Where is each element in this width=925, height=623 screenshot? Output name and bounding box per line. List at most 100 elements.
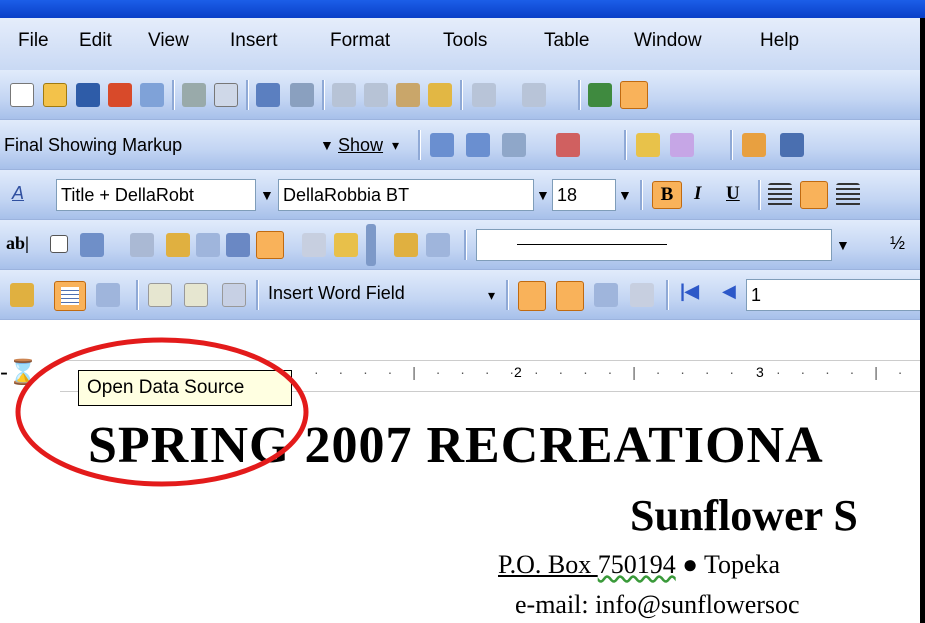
separator — [246, 80, 249, 110]
menu-insert[interactable]: Insert — [230, 30, 278, 52]
print-icon[interactable] — [182, 83, 206, 107]
reviewing-pane-icon[interactable] — [780, 133, 804, 157]
main-document-setup-icon[interactable] — [10, 283, 34, 307]
previous-change-icon[interactable] — [430, 133, 454, 157]
separator — [730, 130, 733, 160]
line-style-select[interactable] — [476, 229, 832, 261]
track-changes-icon[interactable] — [742, 133, 766, 157]
properties-icon[interactable] — [426, 233, 450, 257]
previous-record-icon[interactable]: ◀ — [722, 281, 736, 302]
separator — [464, 230, 467, 260]
open-folder-icon[interactable] — [43, 83, 67, 107]
research-icon[interactable] — [290, 83, 314, 107]
open-data-source-button[interactable] — [54, 281, 86, 311]
chevron-down-icon[interactable]: ▼ — [320, 137, 334, 153]
document-subtitle: Sunflower S — [630, 491, 858, 540]
view-merged-data-icon[interactable] — [518, 281, 546, 311]
align-center-icon[interactable] — [800, 181, 828, 209]
save-icon[interactable] — [76, 83, 100, 107]
menu-tools[interactable]: Tools — [443, 30, 487, 52]
menu-file[interactable]: File — [18, 30, 49, 52]
draw-table-icon[interactable] — [166, 233, 190, 257]
insert-merge-fields-icon[interactable] — [222, 283, 246, 307]
protect-form-icon[interactable] — [334, 233, 358, 257]
highlight-merge-fields-icon[interactable] — [556, 281, 584, 311]
separator — [506, 280, 509, 310]
chevron-down-icon[interactable]: ▼ — [536, 187, 550, 203]
window-title-bar — [0, 0, 925, 18]
menu-edit[interactable]: Edit — [79, 30, 112, 52]
styles-formatting-icon[interactable]: A — [12, 183, 24, 204]
align-left-icon[interactable] — [768, 183, 792, 207]
line-weight-value[interactable]: ½ — [890, 233, 905, 254]
menu-help[interactable]: Help — [760, 30, 799, 52]
toolbar-handle[interactable] — [366, 224, 376, 266]
window-right-edge — [920, 18, 925, 623]
cut-icon[interactable] — [332, 83, 356, 107]
next-change-icon[interactable] — [466, 133, 490, 157]
document-email: e-mail: info@sunflowersoc — [515, 590, 800, 619]
form-field-shading-icon[interactable] — [256, 231, 284, 259]
menu-window[interactable]: Window — [634, 30, 702, 52]
match-fields-icon[interactable] — [594, 283, 618, 307]
insert-word-field-button[interactable]: Insert Word Field — [268, 283, 405, 304]
formatting-toolbar: A Title + DellaRobt ▼ DellaRobbia BT ▼ 1… — [0, 170, 925, 220]
menu-view[interactable]: View — [148, 30, 189, 52]
chevron-down-icon[interactable]: ▾ — [488, 287, 495, 304]
chevron-down-icon[interactable]: ▼ — [618, 187, 632, 203]
reject-change-icon[interactable] — [556, 133, 580, 157]
new-comment-icon[interactable] — [636, 133, 660, 157]
highlight-icon[interactable] — [670, 133, 694, 157]
display-for-review-select[interactable]: Final Showing Markup — [0, 130, 290, 162]
chevron-down-icon[interactable]: ▼ — [260, 187, 274, 203]
copy-icon[interactable] — [364, 83, 388, 107]
go-to-record-field[interactable]: 1 — [746, 279, 920, 311]
italic-button[interactable]: I — [694, 183, 701, 205]
paste-icon[interactable] — [396, 83, 420, 107]
insert-frame-icon[interactable] — [226, 233, 250, 257]
form-field-options-icon[interactable] — [130, 233, 154, 257]
underline-button[interactable]: U — [726, 183, 740, 205]
reset-form-fields-icon[interactable] — [302, 233, 326, 257]
separator — [256, 280, 259, 310]
email-icon[interactable] — [140, 83, 164, 107]
bold-button[interactable]: B — [652, 181, 682, 209]
mail-merge-toolbar: Insert Word Field ▾ |◀ ◀ 1 — [0, 270, 925, 320]
menu-table[interactable]: Table — [544, 30, 589, 52]
style-select[interactable]: Title + DellaRobt — [56, 179, 256, 211]
new-document-icon[interactable] — [10, 83, 34, 107]
checkbox-form-field-icon[interactable] — [50, 235, 68, 253]
grid-icon — [61, 287, 79, 305]
insert-address-block-icon[interactable] — [148, 283, 172, 307]
print-preview-icon[interactable] — [214, 83, 238, 107]
chevron-down-icon[interactable]: ▼ — [836, 237, 850, 253]
accept-change-icon[interactable] — [502, 133, 526, 157]
ruler-mark-3: 3 — [756, 364, 764, 380]
format-painter-icon[interactable] — [428, 83, 452, 107]
menu-format[interactable]: Format — [330, 30, 390, 52]
document-address: P.O. Box 750194 ● Topeka — [498, 550, 780, 580]
insert-table-icon[interactable] — [196, 233, 220, 257]
red-annotation-circle — [15, 337, 309, 487]
text-form-field-button[interactable]: ab| — [6, 233, 29, 254]
insert-greeting-line-icon[interactable] — [184, 283, 208, 307]
align-right-icon[interactable] — [836, 183, 860, 207]
undo-icon[interactable] — [472, 83, 496, 107]
permission-icon[interactable] — [108, 83, 132, 107]
design-mode-icon[interactable] — [394, 233, 418, 257]
font-select[interactable]: DellaRobbia BT — [278, 179, 534, 211]
dropdown-form-field-icon[interactable] — [80, 233, 104, 257]
propagate-labels-icon[interactable] — [630, 283, 654, 307]
spelling-icon[interactable] — [256, 83, 280, 107]
forms-toolbar: ab| ▼ ½ — [0, 220, 925, 270]
hyperlink-icon[interactable] — [588, 83, 612, 107]
separator — [624, 130, 627, 160]
first-record-icon[interactable]: |◀ — [680, 281, 699, 302]
separator — [666, 280, 669, 310]
show-menu-button[interactable]: Show — [338, 135, 383, 156]
chevron-down-icon[interactable]: ▾ — [392, 137, 399, 154]
tables-borders-icon[interactable] — [620, 81, 648, 109]
mail-merge-recipients-icon[interactable] — [96, 283, 120, 307]
redo-icon[interactable] — [522, 83, 546, 107]
font-size-select[interactable]: 18 — [552, 179, 616, 211]
